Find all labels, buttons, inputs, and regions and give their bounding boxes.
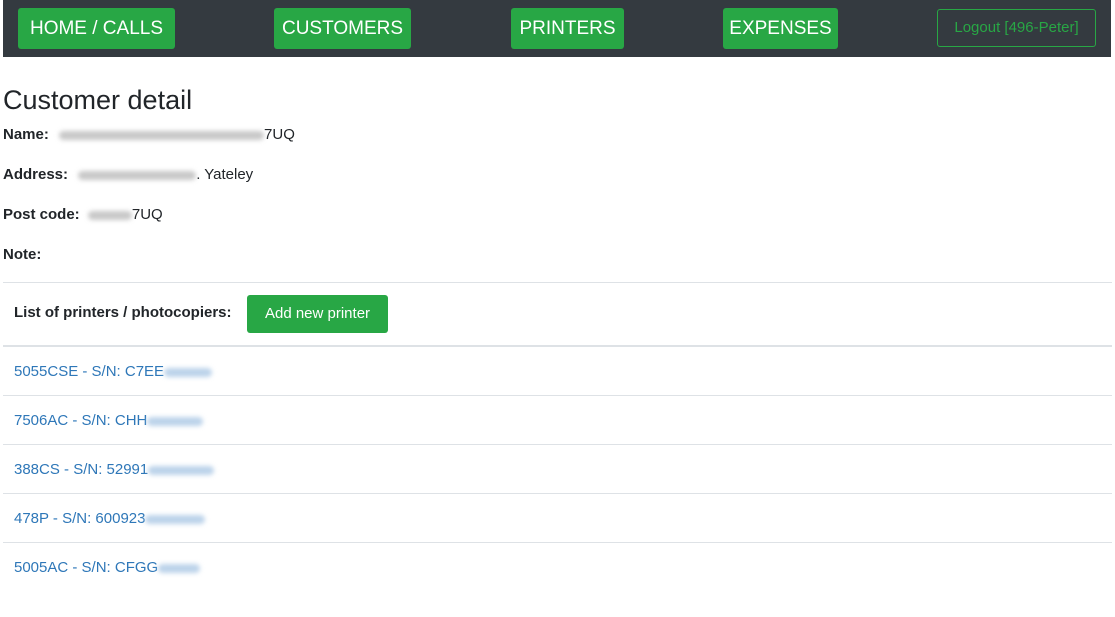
nav-printers-button[interactable]: PRINTERS — [511, 8, 624, 49]
nav-customers-button[interactable]: CUSTOMERS — [274, 8, 411, 49]
printer-list-item[interactable]: 478P - S/N: 600923 — [14, 509, 206, 529]
top-navbar: HOME / CALLS CUSTOMERS PRINTERS EXPENSES… — [3, 0, 1111, 57]
nav-home-calls-button[interactable]: HOME / CALLS — [18, 8, 175, 49]
redacted-blur — [147, 416, 204, 426]
customer-address-field: Address: . Yateley — [3, 165, 253, 185]
redacted-blur — [87, 210, 132, 220]
divider — [3, 395, 1112, 396]
printer-list-item[interactable]: 5055CSE - S/N: C7EE — [14, 362, 213, 382]
printer-link-label[interactable]: 388CS - S/N: 52991 — [14, 461, 148, 478]
divider — [3, 493, 1112, 494]
redacted-blur — [148, 465, 215, 475]
divider — [3, 444, 1112, 445]
redacted-blur — [145, 514, 206, 524]
redacted-blur — [59, 130, 265, 140]
printer-link-label[interactable]: 478P - S/N: 600923 — [14, 510, 145, 527]
postcode-label: Post code: — [3, 206, 80, 223]
printer-list-item[interactable]: 388CS - S/N: 52991 — [14, 460, 215, 480]
redacted-blur — [158, 563, 201, 573]
postcode-value: 7UQ — [131, 206, 163, 223]
customer-name-field: Name: 7UQ — [3, 125, 295, 145]
divider — [3, 345, 1112, 347]
divider — [3, 282, 1112, 283]
printer-link-label[interactable]: 7506AC - S/N: CHH — [14, 412, 147, 429]
printer-link-label[interactable]: 5005AC - S/N: CFGG — [14, 559, 158, 576]
add-new-printer-button[interactable]: Add new printer — [247, 295, 388, 333]
printer-list-item[interactable]: 5005AC - S/N: CFGG — [14, 558, 201, 578]
address-label: Address: — [3, 166, 69, 183]
page-title: Customer detail — [3, 85, 193, 115]
redacted-blur — [78, 170, 197, 180]
customer-postcode-field: Post code: 7UQ — [3, 205, 163, 225]
divider — [3, 542, 1112, 543]
printer-link-label[interactable]: 5055CSE - S/N: C7EE — [14, 363, 164, 380]
redacted-blur — [164, 367, 213, 377]
note-label: Note: — [3, 246, 42, 263]
name-value: 7UQ — [264, 126, 295, 143]
nav-expenses-button[interactable]: EXPENSES — [723, 8, 838, 49]
logout-button[interactable]: Logout [496-Peter] — [937, 9, 1096, 47]
printer-list-item[interactable]: 7506AC - S/N: CHH — [14, 411, 204, 431]
name-label: Name: — [3, 126, 49, 143]
customer-note-field: Note: — [3, 245, 41, 265]
address-value: . Yateley — [196, 166, 254, 183]
printers-list-label: List of printers / photocopiers: — [14, 304, 232, 321]
